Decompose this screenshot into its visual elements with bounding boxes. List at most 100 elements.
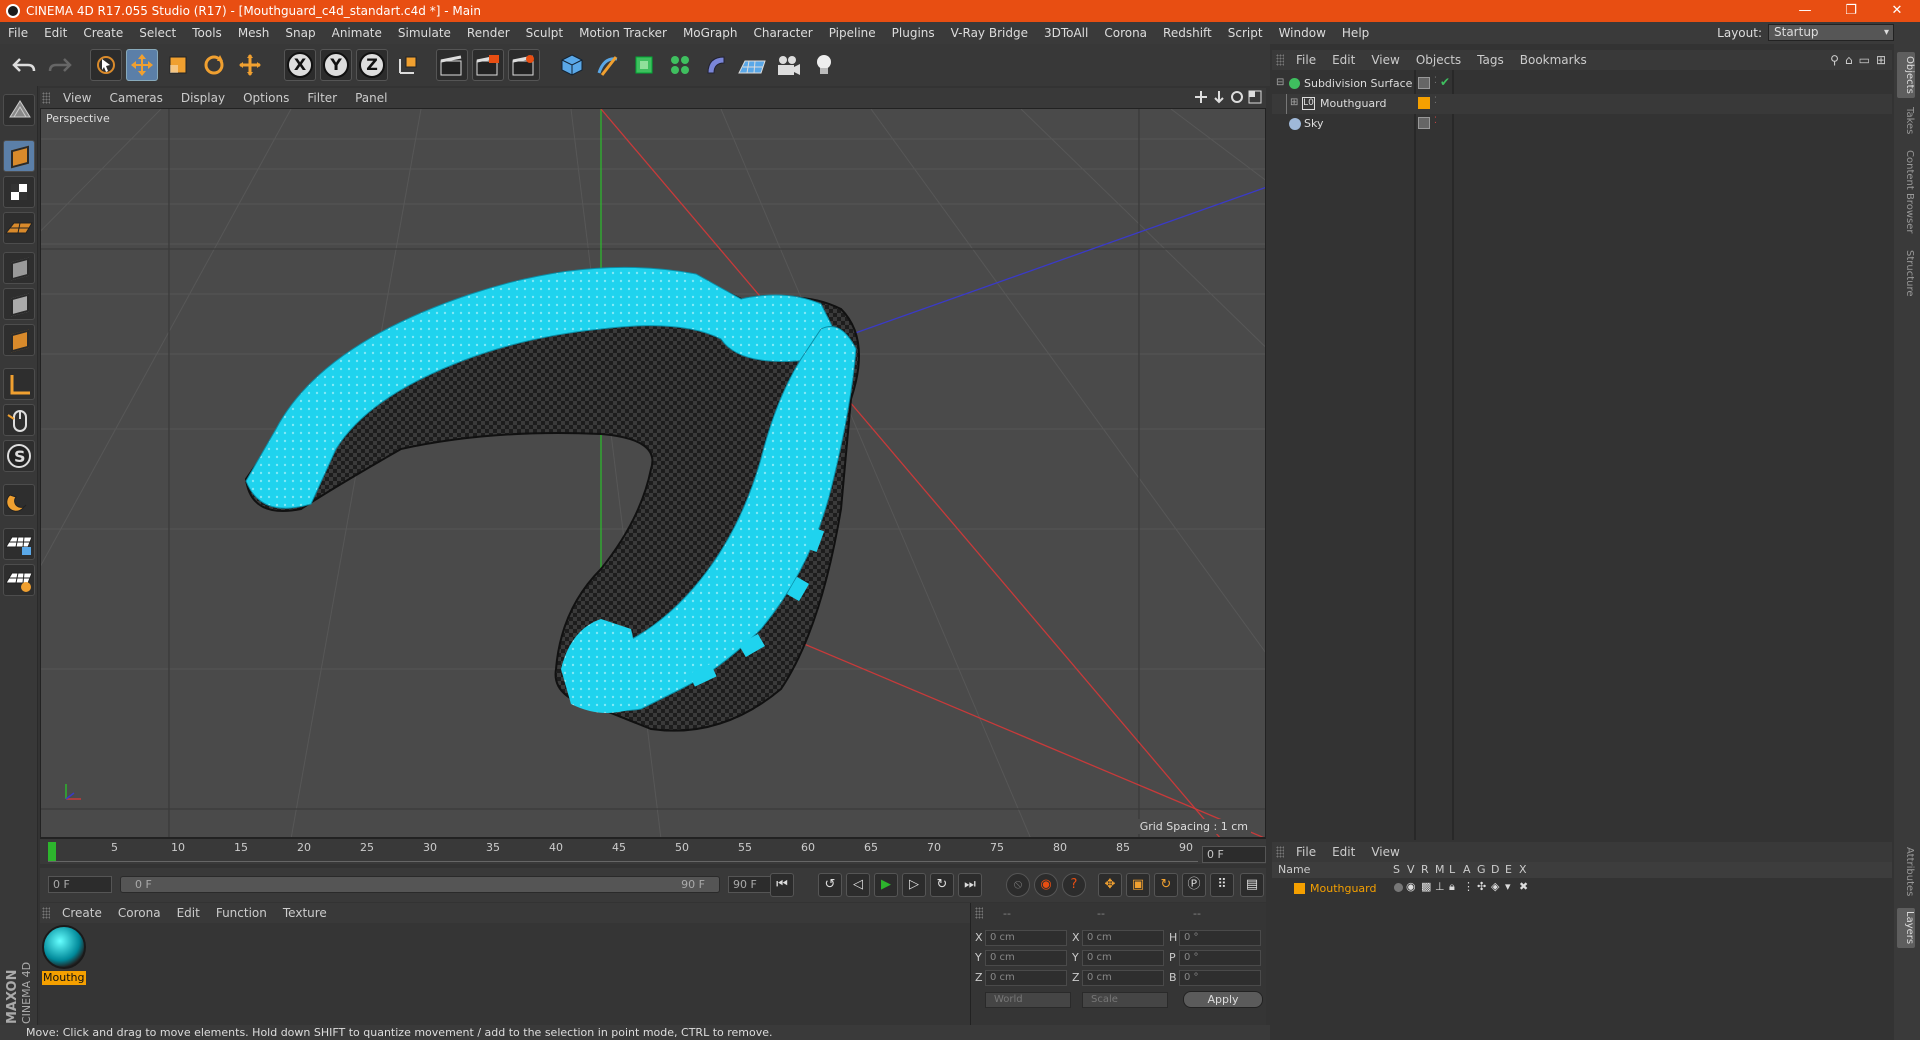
menu-select[interactable]: Select [131,26,184,40]
position-y-field[interactable]: 0 cm [985,950,1067,966]
material-name[interactable]: Mouthg [42,971,86,985]
position-x-field[interactable]: 0 cm [985,930,1067,946]
home-icon[interactable]: ⌂ [1845,53,1853,67]
expand-icon[interactable]: ⊞ [1290,97,1298,108]
visibility-dots-icon[interactable]: ⁚ [1434,96,1437,106]
render-icon[interactable]: ▩ [1421,880,1431,893]
rotation-p-field[interactable]: 0 ° [1179,950,1261,966]
restore-button[interactable]: ❐ [1828,0,1874,22]
size-x-field[interactable]: 0 cm [1082,930,1164,946]
menu-vray-bridge[interactable]: V-Ray Bridge [943,26,1036,40]
size-mode-dropdown[interactable]: Scale [1082,992,1168,1008]
light-button[interactable] [808,49,840,81]
axis-mode-button[interactable] [3,368,35,400]
snapping-button[interactable]: S [3,440,35,472]
generator-icon[interactable]: ✣ [1477,880,1486,893]
layer-menu-file[interactable]: File [1288,845,1324,859]
menu-redshift[interactable]: Redshift [1155,26,1220,40]
menu-animate[interactable]: Animate [324,26,390,40]
pen-spline-button[interactable] [592,49,624,81]
menu-sculpt[interactable]: Sculpt [518,26,571,40]
menu-edit[interactable]: Edit [36,26,75,40]
tab-content-browser[interactable]: Content Browser [1897,144,1915,240]
z-axis-lock-button[interactable]: Z [356,49,388,81]
previous-frame-button[interactable]: ◁ [846,873,870,897]
object-menu-bookmarks[interactable]: Bookmarks [1512,53,1595,67]
menu-pipeline[interactable]: Pipeline [821,26,884,40]
close-button[interactable]: ✕ [1874,0,1920,22]
visibility-dots-icon[interactable]: ⁚ [1434,76,1437,86]
move-tool-button[interactable] [126,49,158,81]
viewport-menu-display[interactable]: Display [172,91,234,105]
layer-menu-view[interactable]: View [1363,845,1407,859]
rotate-view-icon[interactable] [1230,90,1244,104]
menu-file[interactable]: File [0,26,36,40]
render-to-picture-viewer-button[interactable] [472,49,504,81]
solo-icon[interactable] [1394,883,1403,892]
object-menu-view[interactable]: View [1363,53,1407,67]
layer-menu-edit[interactable]: Edit [1324,845,1363,859]
coordinate-mode-dropdown[interactable]: World [985,992,1071,1008]
redo-button[interactable] [44,49,76,81]
object-row-sky[interactable]: Sky ⁚ [1272,114,1892,134]
apply-button[interactable]: Apply [1183,991,1263,1008]
make-editable-button[interactable] [3,94,35,126]
material-menu-function[interactable]: Function [208,906,275,920]
expand-panel-icon[interactable]: ⊞ [1876,53,1886,67]
current-frame-field[interactable]: 0 F [1202,846,1266,863]
locked-workplane-button[interactable] [3,528,35,560]
planar-workplane-button[interactable] [3,564,35,596]
visibility-dots-icon[interactable]: ⁚ [1434,116,1437,126]
material-menu-edit[interactable]: Edit [169,906,208,920]
menu-window[interactable]: Window [1271,26,1334,40]
material-thumbnail[interactable] [42,925,86,969]
playhead[interactable] [48,842,56,862]
render-view-button[interactable] [436,49,468,81]
maximize-view-icon[interactable] [1248,90,1262,104]
menu-script[interactable]: Script [1220,26,1271,40]
search-icon[interactable]: ⚲ [1830,53,1839,67]
zoom-view-icon[interactable] [1212,90,1226,104]
layer-color-swatch[interactable] [1294,883,1305,894]
tab-layers[interactable]: Layers [1897,908,1915,948]
floor-button[interactable] [736,49,768,81]
size-y-field[interactable]: 0 cm [1082,950,1164,966]
menu-snap[interactable]: Snap [277,26,323,40]
menu-tools[interactable]: Tools [184,26,230,40]
subdivision-surface-button[interactable] [628,49,660,81]
menu-motion-tracker[interactable]: Motion Tracker [571,26,675,40]
camera-button[interactable] [772,49,804,81]
viewport-menu-panel[interactable]: Panel [346,91,396,105]
cloner-button[interactable] [664,49,696,81]
key-position-button[interactable]: ✥ [1098,873,1122,897]
magnet-button[interactable] [3,484,35,516]
x-axis-lock-button[interactable]: X [284,49,316,81]
viewport-menu-options[interactable]: Options [234,91,298,105]
live-selection-button[interactable] [90,49,122,81]
menu-simulate[interactable]: Simulate [390,26,459,40]
autokey-button[interactable]: ? [1062,873,1086,897]
layer-swatch-icon[interactable] [1418,77,1430,89]
object-menu-file[interactable]: File [1288,53,1324,67]
tab-attributes[interactable]: Attributes [1897,844,1915,900]
object-menu-objects[interactable]: Objects [1408,53,1469,67]
collapse-icon[interactable]: ⊟ [1276,77,1284,88]
layer-swatch-icon[interactable] [1418,117,1430,129]
object-menu-tags[interactable]: Tags [1469,53,1512,67]
minimize-button[interactable]: — [1782,0,1828,22]
object-row-subdivision[interactable]: ⊟ Subdivision Surface ⁚ ✔ [1272,74,1892,94]
render-settings-button[interactable] [508,49,540,81]
rotate-tool-button[interactable] [198,49,230,81]
manager-icon[interactable]: ⊥ [1435,880,1445,893]
workplane-mode-button[interactable] [3,212,35,244]
lock-icon[interactable]: 🔒︎ [1449,880,1455,894]
deformer-icon[interactable]: ◈ [1491,880,1499,893]
record-keys-button[interactable]: ◉ [1034,873,1058,897]
layer-row-mouthguard[interactable]: Mouthguard ◉ ▩ ⊥ 🔒︎ ⋮ ✣ ◈ ▾ ✖ [1272,880,1892,898]
menu-mesh[interactable]: Mesh [230,26,278,40]
layer-swatch-icon[interactable] [1418,97,1430,109]
tab-objects[interactable]: Objects [1897,52,1915,98]
xref-icon[interactable]: ✖ [1519,880,1528,893]
material-menu-corona[interactable]: Corona [110,906,169,920]
position-z-field[interactable]: 0 cm [985,970,1067,986]
